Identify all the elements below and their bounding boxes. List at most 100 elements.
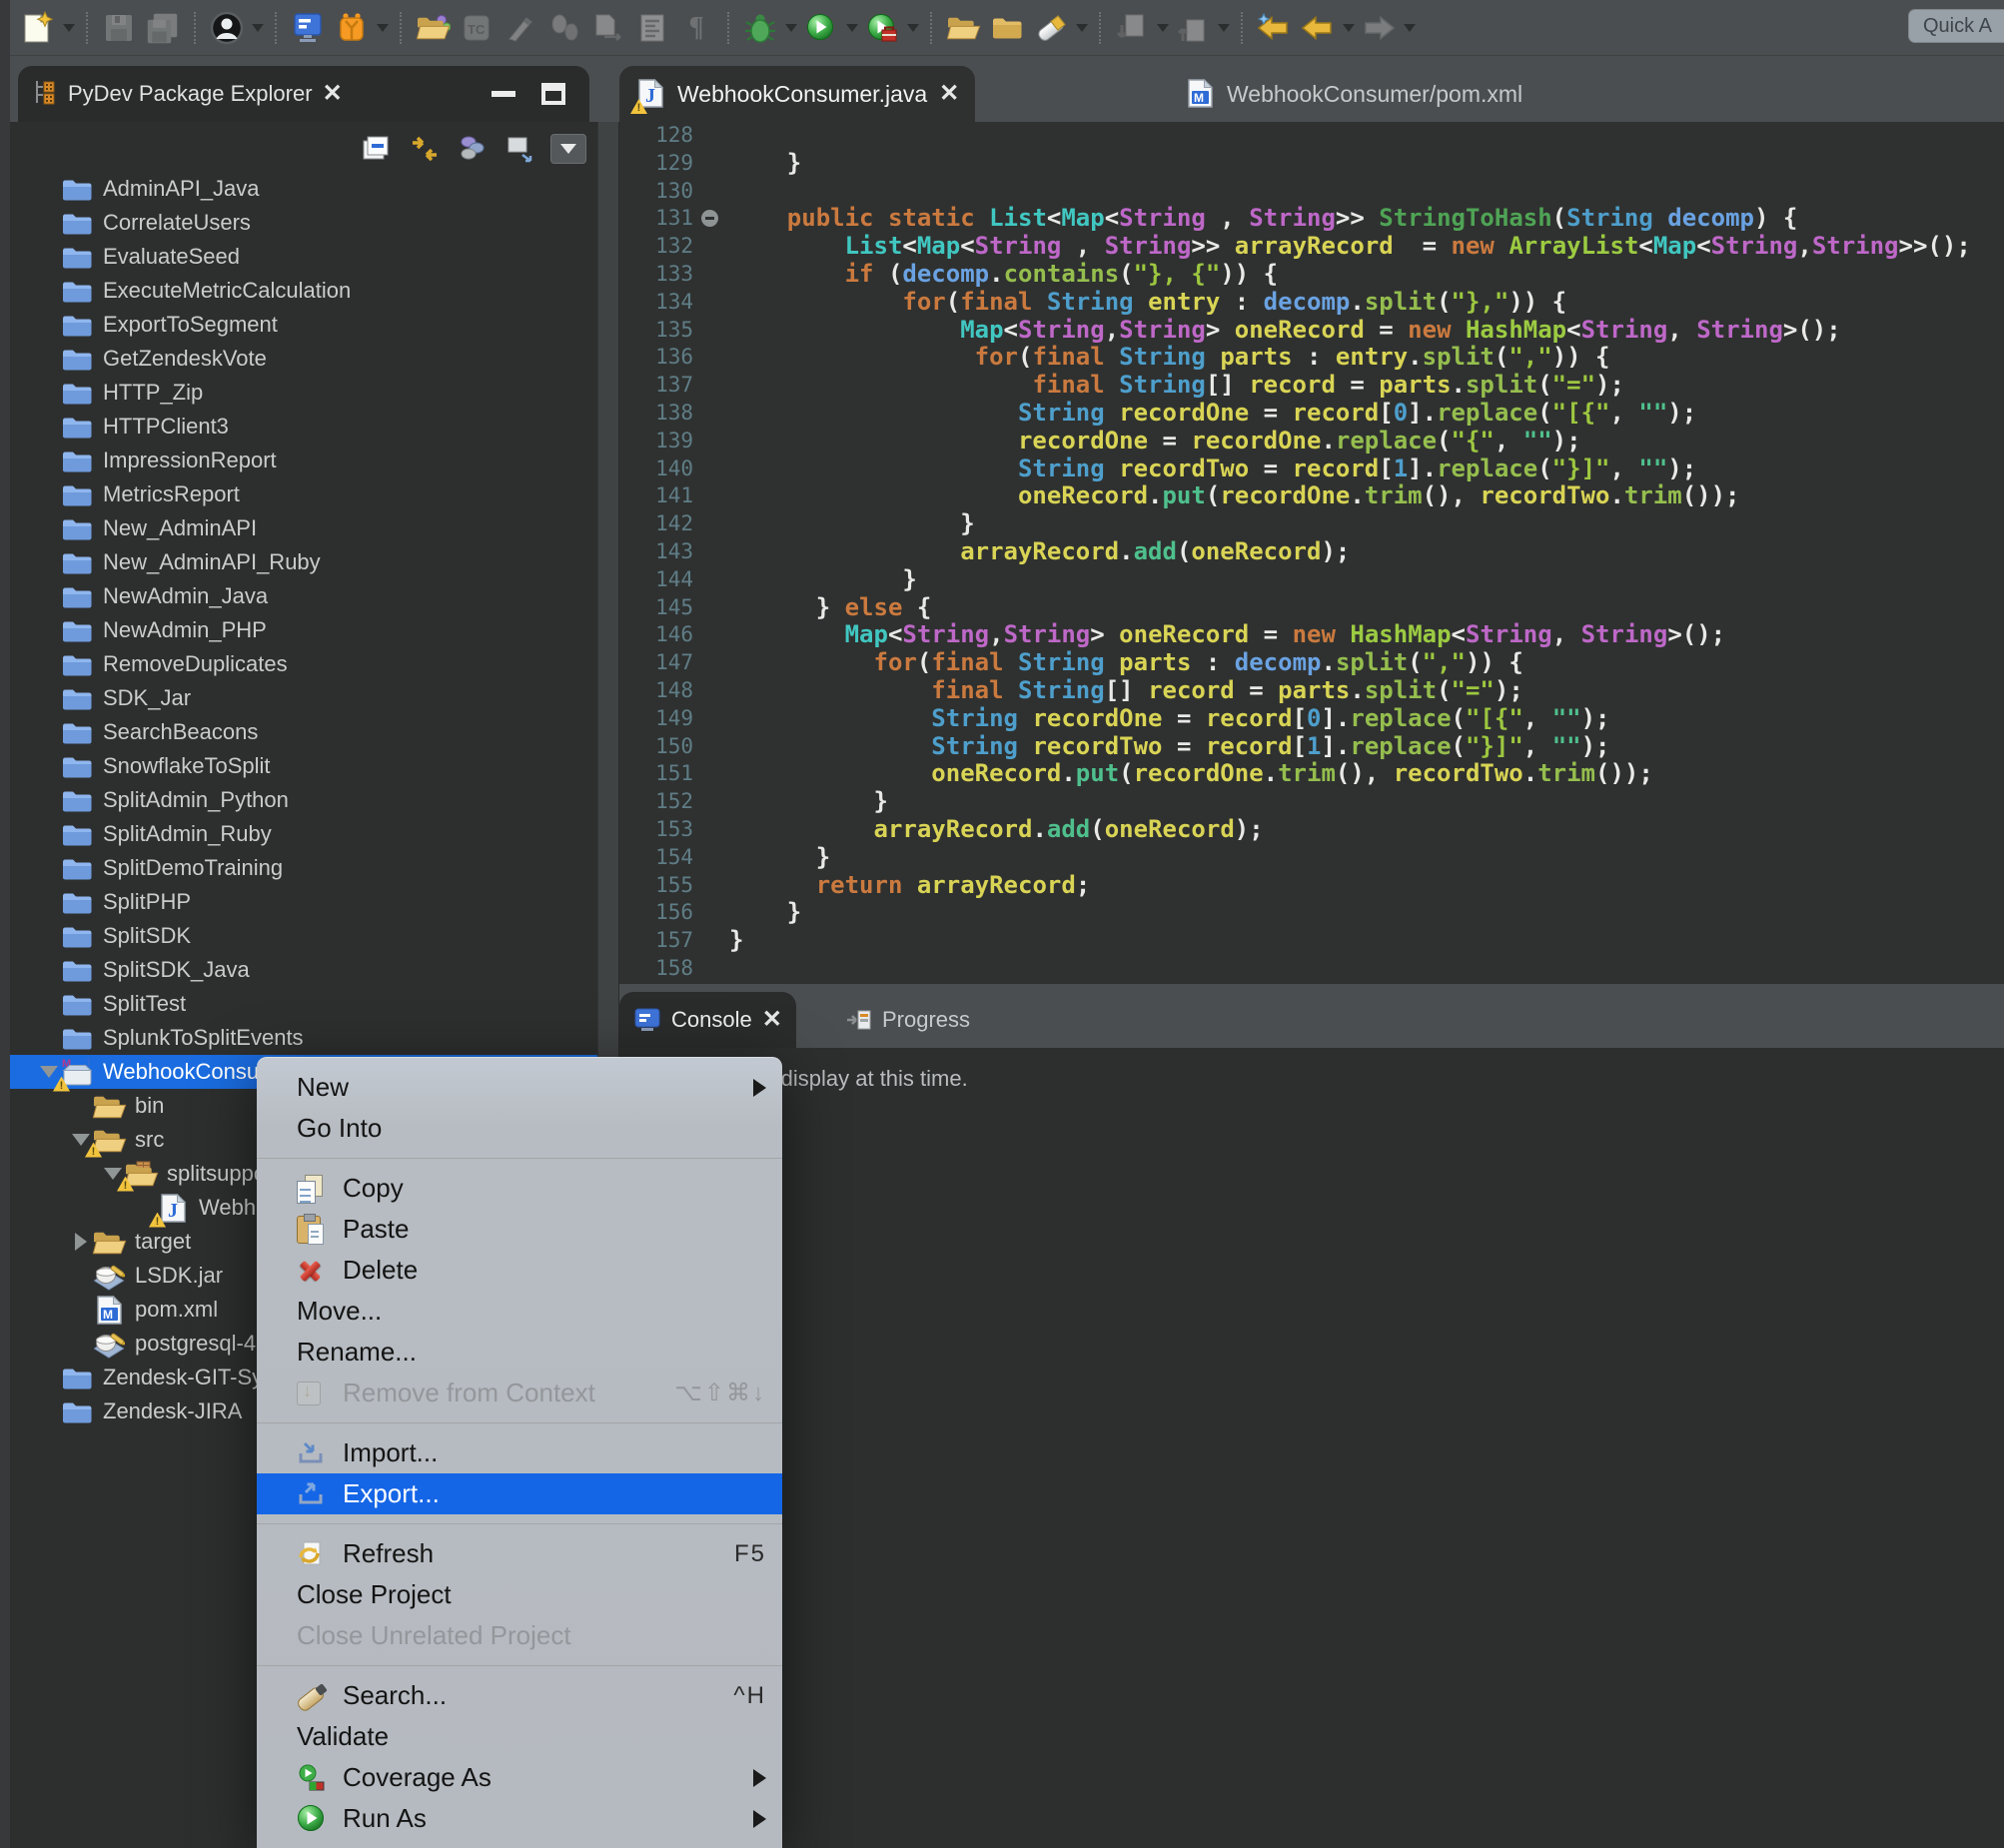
dropdown-chevron-icon[interactable] — [1076, 24, 1088, 32]
explorer-tab-close-icon[interactable]: ✕ — [323, 82, 343, 106]
tree-item-getzendeskvote[interactable]: GetZendeskVote — [10, 342, 597, 376]
menu-item-go-into[interactable]: Go Into — [257, 1108, 782, 1149]
menu-item-paste[interactable]: Paste — [257, 1209, 782, 1250]
code-line-133[interactable]: 133 if (decomp.contains("}, {")) { — [619, 261, 2004, 289]
menu-item-run-as[interactable]: Run As — [257, 1798, 782, 1839]
code-editor[interactable]: 128129 }130131 public static List<Map<St… — [619, 122, 2004, 984]
code-line-158[interactable]: 158 — [619, 955, 2004, 983]
code-line-140[interactable]: 140 String recordTwo = record[1].replace… — [619, 456, 2004, 483]
code-line-130[interactable]: 130 — [619, 178, 2004, 206]
dropdown-chevron-icon[interactable] — [907, 24, 919, 32]
code-line-149[interactable]: 149 String recordOne = record[0].replace… — [619, 705, 2004, 733]
filters-button[interactable] — [501, 130, 539, 168]
tree-item-impressionreport[interactable]: ImpressionReport — [10, 444, 597, 477]
close-tab-icon[interactable]: ✕ — [939, 82, 959, 106]
dropdown-chevron-icon[interactable] — [252, 24, 264, 32]
new-wizard-button[interactable] — [18, 6, 58, 50]
console-view-button[interactable] — [288, 6, 328, 50]
user-avatar-button[interactable] — [207, 6, 247, 50]
code-line-128[interactable]: 128 — [619, 122, 2004, 150]
editor-tab-webhookconsumer-pom-xml[interactable]: MWebhookConsumer/pom.xml — [1169, 66, 1550, 122]
code-line-145[interactable]: 145 } else { — [619, 594, 2004, 622]
view-menu-button[interactable] — [549, 130, 587, 168]
minimize-view-icon[interactable] — [492, 91, 515, 97]
run-external-button[interactable] — [862, 6, 902, 50]
open-wizard-button[interactable] — [413, 6, 453, 50]
tree-item-removeduplicates[interactable]: RemoveDuplicates — [10, 647, 597, 681]
fold-collapse-icon[interactable] — [701, 210, 718, 227]
maximize-view-icon[interactable] — [541, 83, 565, 105]
dropdown-chevron-icon[interactable] — [1343, 24, 1355, 32]
expand-arrow-icon[interactable] — [75, 1233, 87, 1251]
debug-button[interactable] — [740, 6, 780, 50]
collapse-all-button[interactable] — [358, 130, 396, 168]
code-line-139[interactable]: 139 recordOne = recordOne.replace("{", "… — [619, 428, 2004, 456]
tree-item-splitsdk[interactable]: SplitSDK — [10, 919, 597, 953]
tree-item-exporttosegment[interactable]: ExportToSegment — [10, 308, 597, 342]
tree-item-evaluateseed[interactable]: EvaluateSeed — [10, 240, 597, 274]
code-line-135[interactable]: 135 Map<String,String> oneRecord = new H… — [619, 317, 2004, 345]
explorer-tab[interactable]: PyDev Package Explorer ✕ — [18, 66, 589, 122]
code-line-147[interactable]: 147 for(final String parts : decomp.spli… — [619, 649, 2004, 677]
tree-item-httpclient3[interactable]: HTTPClient3 — [10, 410, 597, 444]
code-line-129[interactable]: 129 } — [619, 150, 2004, 178]
dropdown-chevron-icon[interactable] — [63, 24, 75, 32]
menu-item-export[interactable]: Export... — [257, 1473, 782, 1514]
dropdown-chevron-icon[interactable] — [846, 24, 858, 32]
menu-item-close-project[interactable]: Close Project — [257, 1574, 782, 1615]
code-line-152[interactable]: 152 } — [619, 788, 2004, 816]
dropdown-chevron-icon[interactable] — [1404, 24, 1416, 32]
code-line-134[interactable]: 134 for(final String entry : decomp.spli… — [619, 289, 2004, 317]
code-line-144[interactable]: 144 } — [619, 566, 2004, 594]
code-line-156[interactable]: 156 } — [619, 899, 2004, 927]
code-line-157[interactable]: 157} — [619, 927, 2004, 955]
menu-item-new[interactable]: New — [257, 1067, 782, 1108]
tree-item-splitphp[interactable]: SplitPHP — [10, 885, 597, 919]
dropdown-chevron-icon[interactable] — [377, 24, 389, 32]
tree-item-correlateusers[interactable]: CorrelateUsers — [10, 206, 597, 240]
collapse-arrow-icon[interactable] — [40, 1066, 58, 1078]
code-line-146[interactable]: 146 Map<String,String> oneRecord = new H… — [619, 621, 2004, 649]
code-line-131[interactable]: 131 public static List<Map<String , Stri… — [619, 205, 2004, 233]
tree-item-splittest[interactable]: SplitTest — [10, 987, 597, 1021]
console-tab-progress[interactable]: Progress — [830, 992, 994, 1048]
code-line-150[interactable]: 150 String recordTwo = record[1].replace… — [619, 733, 2004, 761]
open-folder-button[interactable] — [943, 6, 983, 50]
menu-item-validate[interactable]: Validate — [257, 1716, 782, 1757]
code-line-142[interactable]: 142 } — [619, 510, 2004, 538]
tree-item-snowflaketosplit[interactable]: SnowflakeToSplit — [10, 749, 597, 783]
dropdown-chevron-icon[interactable] — [1218, 24, 1230, 32]
link-with-editor-button[interactable] — [406, 130, 444, 168]
code-line-136[interactable]: 136 for(final String parts : entry.split… — [619, 344, 2004, 372]
menu-item-copy[interactable]: Copy — [257, 1168, 782, 1209]
code-line-154[interactable]: 154 } — [619, 844, 2004, 872]
tree-item-newadmin-php[interactable]: NewAdmin_PHP — [10, 613, 597, 647]
menu-item-delete[interactable]: Delete — [257, 1250, 782, 1291]
code-line-151[interactable]: 151 oneRecord.put(recordOne.trim(), reco… — [619, 760, 2004, 788]
menu-item-refresh[interactable]: RefreshF5 — [257, 1533, 782, 1574]
last-edit-location-button[interactable] — [1254, 6, 1294, 50]
tree-item-new-adminapi-ruby[interactable]: New_AdminAPI_Ruby — [10, 545, 597, 579]
tree-item-adminapi-java[interactable]: AdminAPI_Java — [10, 172, 597, 206]
code-line-138[interactable]: 138 String recordOne = record[0].replace… — [619, 400, 2004, 428]
back-button[interactable] — [1298, 6, 1338, 50]
tree-item-executemetriccalculation[interactable]: ExecuteMetricCalculation — [10, 274, 597, 308]
code-line-153[interactable]: 153 arrayRecord.add(oneRecord); — [619, 816, 2004, 844]
close-tab-icon[interactable]: ✕ — [762, 1008, 782, 1032]
tree-item-metricsreport[interactable]: MetricsReport — [10, 477, 597, 511]
dropdown-chevron-icon[interactable] — [1157, 24, 1169, 32]
menu-item-search[interactable]: Search...^H — [257, 1675, 782, 1716]
tree-item-new-adminapi[interactable]: New_AdminAPI — [10, 511, 597, 545]
menu-item-import[interactable]: Import... — [257, 1432, 782, 1473]
dropdown-chevron-icon[interactable] — [785, 24, 797, 32]
code-line-141[interactable]: 141 oneRecord.put(recordOne.trim(), reco… — [619, 482, 2004, 510]
quick-access-input[interactable]: Quick A — [1908, 9, 2004, 43]
editor-tab-webhookconsumer-java[interactable]: JWebhookConsumer.java✕ — [619, 66, 975, 122]
tree-item-splitadmin-ruby[interactable]: SplitAdmin_Ruby — [10, 817, 597, 851]
tree-item-sdk-jar[interactable]: SDK_Jar — [10, 681, 597, 715]
code-line-155[interactable]: 155 return arrayRecord; — [619, 872, 2004, 900]
code-line-137[interactable]: 137 final String[] record = parts.split(… — [619, 372, 2004, 400]
tree-item-splunktosplitevents[interactable]: SplunkToSplitEvents — [10, 1021, 597, 1055]
menu-item-coverage-as[interactable]: Coverage As — [257, 1757, 782, 1798]
closed-folder-button[interactable] — [987, 6, 1027, 50]
